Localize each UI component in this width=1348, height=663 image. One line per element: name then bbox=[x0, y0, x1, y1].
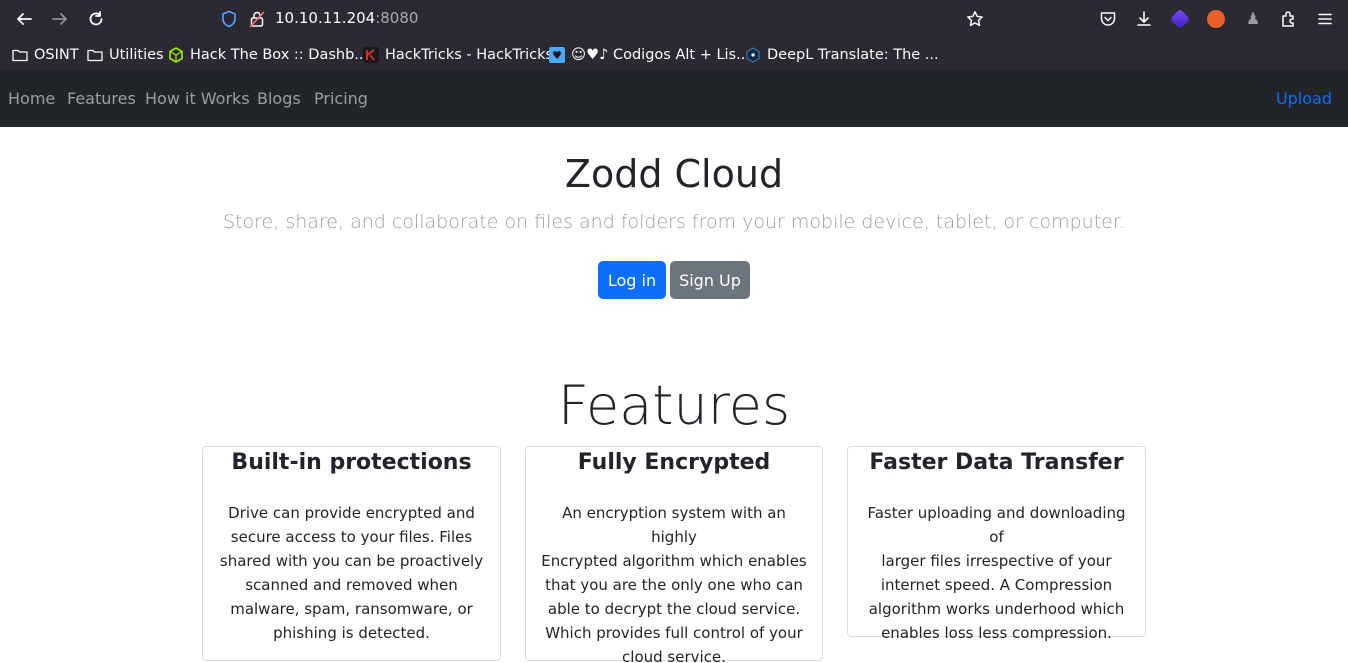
feature-card-line: larger files irrespective of your bbox=[881, 552, 1112, 570]
insecure-lock-icon[interactable] bbox=[248, 10, 266, 28]
feature-card-line: shared with you can be proactively bbox=[219, 552, 484, 570]
deepl-icon bbox=[745, 47, 761, 63]
feature-card-line: Encrypted algorithm which enables bbox=[541, 552, 807, 570]
extension-cube-icon[interactable] bbox=[1169, 8, 1191, 30]
feature-card-line: Which provides full control of your bbox=[545, 624, 803, 642]
feature-card-line: that you are the only one who can bbox=[545, 576, 803, 594]
extension-puzzle-figure-icon[interactable]: ♟ bbox=[1243, 9, 1263, 29]
feature-card-faster-data-transfer: Faster Data Transfer Faster uploading an… bbox=[847, 446, 1146, 642]
feature-card-body: Faster uploading and downloading of larg… bbox=[862, 501, 1131, 645]
bookmark-codigos-alt[interactable]: ♥ ☺♥♪ Codigos Alt + Lis... bbox=[549, 44, 750, 66]
heart-icon: ♥ bbox=[549, 47, 565, 63]
feature-card-line: scanned and removed when bbox=[245, 576, 458, 594]
bookmark-label: ☺♥♪ Codigos Alt + Lis... bbox=[571, 47, 750, 63]
nav-link-how-it-works[interactable]: How it Works bbox=[145, 89, 250, 108]
feature-card-line: An encryption system with an highly bbox=[562, 504, 786, 546]
bookmark-label: Utilities bbox=[109, 47, 164, 63]
folder-icon bbox=[87, 47, 103, 63]
bookmark-utilities[interactable]: Utilities bbox=[87, 44, 164, 66]
feature-card-title: Built-in protections bbox=[231, 450, 472, 475]
hacktricks-icon bbox=[363, 47, 379, 63]
features-heading: Features bbox=[557, 374, 791, 437]
feature-card-line: malware, spam, ransomware, or bbox=[230, 600, 473, 618]
feature-card-line: secure access to your files. Files bbox=[230, 528, 473, 546]
feature-card-line: Drive can provide encrypted and bbox=[228, 504, 475, 522]
feature-card-body: An encryption system with an highly Encr… bbox=[540, 501, 808, 663]
star-bookmark-icon[interactable] bbox=[965, 9, 985, 29]
bookmark-hackthebox[interactable]: Hack The Box :: Dashb... bbox=[168, 44, 368, 66]
feature-card-body: Drive can provide encrypted and secure a… bbox=[217, 501, 486, 645]
feature-card-line: cloud service. bbox=[622, 648, 726, 663]
reload-icon[interactable] bbox=[86, 9, 106, 29]
feature-card-built-in-protections: Built-in protections Drive can provide e… bbox=[202, 446, 501, 661]
nav-link-upload[interactable]: Upload bbox=[1276, 89, 1332, 108]
feature-card-line: phishing is detected. bbox=[273, 624, 430, 642]
bookmark-label: Hack The Box :: Dashb... bbox=[190, 47, 369, 63]
feature-card-line: enables loss less compression. bbox=[881, 624, 1112, 642]
extensions-icon[interactable] bbox=[1279, 9, 1299, 29]
shield-icon[interactable] bbox=[220, 10, 238, 28]
bookmark-label: DeepL Translate: The ... bbox=[767, 47, 939, 63]
feature-card-line: able to decrypt the cloud service. bbox=[547, 600, 801, 618]
bookmark-osint[interactable]: OSINT bbox=[12, 44, 79, 66]
extension-fox-icon[interactable] bbox=[1207, 10, 1225, 28]
nav-link-pricing[interactable]: Pricing bbox=[314, 89, 368, 108]
url-host: 10.10.11.204 bbox=[275, 9, 376, 27]
hackthebox-icon bbox=[168, 47, 184, 63]
feature-card-line: algorithm works underhood which bbox=[868, 600, 1125, 618]
bookmark-deepl[interactable]: DeepL Translate: The ... bbox=[745, 44, 939, 66]
feature-card-line: Faster uploading and downloading of bbox=[867, 504, 1126, 546]
nav-link-home[interactable]: Home bbox=[8, 89, 55, 108]
download-icon[interactable] bbox=[1134, 9, 1154, 29]
nav-link-features[interactable]: Features bbox=[67, 89, 136, 108]
bookmark-label: OSINT bbox=[34, 47, 79, 63]
pocket-icon[interactable] bbox=[1098, 9, 1118, 29]
signup-button[interactable]: Sign Up bbox=[670, 261, 750, 299]
nav-link-blogs[interactable]: Blogs bbox=[257, 89, 301, 108]
menu-icon[interactable] bbox=[1315, 9, 1335, 29]
url-bar[interactable]: 10.10.11.204:8080 bbox=[275, 9, 418, 27]
browser-toolbar: 10.10.11.204:8080 ♟ bbox=[0, 0, 1348, 38]
bookmark-label: HackTricks - HackTricks bbox=[385, 47, 554, 63]
hero-lead: Store, share, and collaborate on files a… bbox=[223, 211, 1125, 233]
login-button[interactable]: Log in bbox=[598, 261, 666, 299]
feature-card-line: internet speed. A Compression bbox=[880, 576, 1113, 594]
forward-arrow-icon[interactable] bbox=[50, 9, 70, 29]
bookmark-hacktricks[interactable]: HackTricks - HackTricks bbox=[363, 44, 553, 66]
feature-card-title: Fully Encrypted bbox=[577, 450, 771, 475]
feature-card-title: Faster Data Transfer bbox=[869, 450, 1124, 475]
folder-icon bbox=[12, 47, 28, 63]
url-port: :8080 bbox=[375, 9, 419, 27]
back-arrow-icon[interactable] bbox=[14, 9, 34, 29]
hero-title: Zodd Cloud bbox=[564, 152, 784, 196]
feature-card-fully-encrypted: Fully Encrypted An encryption system wit… bbox=[525, 446, 823, 663]
